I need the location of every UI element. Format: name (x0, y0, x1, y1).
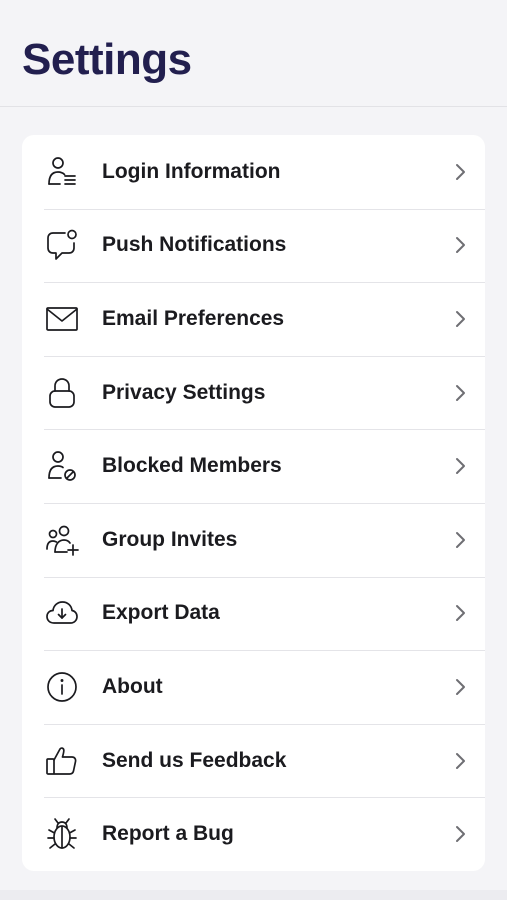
menu-item-send-feedback[interactable]: Send us Feedback (22, 723, 485, 798)
page-title: Settings (22, 35, 192, 84)
bug-icon (44, 816, 80, 852)
thumbs-up-icon (44, 743, 80, 779)
bottom-edge (0, 890, 507, 900)
envelope-icon (44, 301, 80, 337)
chevron-right-icon (453, 162, 467, 182)
menu-item-export-data[interactable]: Export Data (22, 576, 485, 651)
menu-item-label: Send us Feedback (102, 748, 287, 772)
menu-item-group-invites[interactable]: Group Invites (22, 502, 485, 577)
menu-item-label: Blocked Members (102, 454, 282, 478)
menu-item-email-preferences[interactable]: Email Preferences (22, 282, 485, 356)
chevron-right-icon (453, 677, 467, 697)
user-blocked-icon (44, 448, 80, 484)
chevron-right-icon (453, 751, 467, 771)
menu-item-label: Email Preferences (102, 306, 285, 330)
user-list-icon (44, 154, 80, 190)
menu-item-label: Report a Bug (102, 822, 234, 846)
menu-item-privacy-settings[interactable]: Privacy Settings (22, 355, 485, 430)
menu-item-about[interactable]: About (22, 650, 485, 724)
settings-menu: Login Information Push Notifications Ema… (22, 135, 485, 871)
chat-bubble-badge-icon (44, 227, 80, 263)
info-icon (44, 669, 80, 705)
header: Settings (0, 0, 507, 107)
chevron-right-icon (453, 824, 467, 844)
cloud-download-icon (44, 595, 80, 631)
menu-item-push-notifications[interactable]: Push Notifications (22, 208, 485, 283)
lock-icon (44, 375, 80, 411)
menu-item-blocked-members[interactable]: Blocked Members (22, 429, 485, 503)
chevron-right-icon (453, 603, 467, 623)
group-add-icon (44, 522, 80, 558)
chevron-right-icon (453, 383, 467, 403)
menu-item-label: Push Notifications (102, 233, 287, 257)
menu-item-login-information[interactable]: Login Information (22, 135, 485, 209)
menu-item-report-bug[interactable]: Report a Bug (22, 797, 485, 871)
chevron-right-icon (453, 309, 467, 329)
chevron-right-icon (453, 456, 467, 476)
chevron-right-icon (453, 235, 467, 255)
menu-item-label: Export Data (102, 601, 220, 625)
menu-item-label: Privacy Settings (102, 380, 266, 404)
menu-item-label: Group Invites (102, 527, 238, 551)
menu-item-label: Login Information (102, 159, 281, 183)
menu-item-label: About (102, 674, 163, 698)
chevron-right-icon (453, 530, 467, 550)
